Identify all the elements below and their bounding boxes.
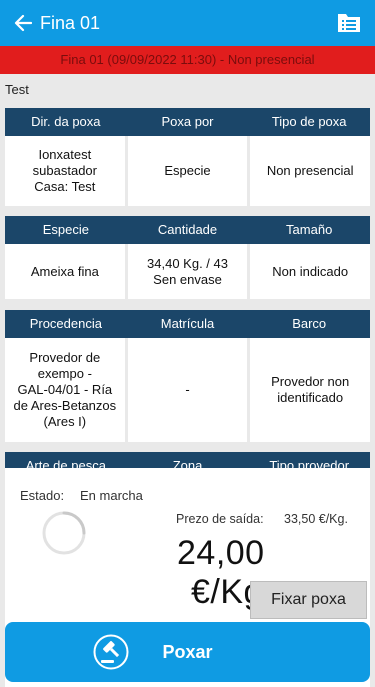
- table-cell: Non presencial: [266, 163, 354, 178]
- lot-subtitle: Test: [5, 82, 29, 97]
- table-row: Ionxatest subastador Casa: Test Especie …: [5, 136, 370, 206]
- current-price-number: 24,00: [177, 534, 265, 572]
- column-header: Especie: [42, 222, 89, 237]
- column-header: Tipo de poxa: [271, 114, 347, 129]
- exit-price-label: Prezo de saída:: [176, 512, 264, 526]
- column-header: Poxa por: [161, 114, 214, 129]
- origin-info-table: Procedencia Matrícula Barco Provedor de …: [5, 310, 370, 442]
- details-scroll[interactable]: Dir. da poxa Poxa por Tipo de poxa Ionxa…: [0, 100, 375, 468]
- fishing-info-table: Arte de pesca Zona Tipo provedor: [5, 452, 370, 468]
- bid-button[interactable]: Poxar: [5, 622, 370, 682]
- column-header: Dir. da poxa: [31, 114, 101, 129]
- table-cell: Especie: [128, 136, 251, 206]
- table-cell: Non indicado: [272, 263, 349, 279]
- column-header: Tipo provedor: [269, 458, 350, 468]
- status-label: Estado:: [20, 488, 65, 503]
- arrow-left-icon: [14, 14, 32, 32]
- table-cell: Ionxatest subastador Casa: Test: [5, 136, 128, 206]
- column-header: Matrícula: [160, 316, 215, 331]
- status-value: En marcha: [80, 488, 143, 503]
- table-header: Dir. da poxa Poxa por Tipo de poxa: [5, 108, 370, 136]
- page-title: Fina 01: [40, 12, 101, 33]
- table-cell: Provedor non identificado: [271, 374, 350, 405]
- status-banner: Fina 01 (09/09/2022 11:30) - Non presenc…: [0, 46, 375, 74]
- table-row: Provedor de exempo - GAL-04/01 - Ría de …: [5, 338, 370, 442]
- exit-price-value: 33,50 €/Kg.: [284, 512, 348, 526]
- column-header: Tamaño: [286, 222, 333, 237]
- folder-list-icon[interactable]: [337, 11, 361, 33]
- gavel-icon: [93, 634, 129, 670]
- fix-bid-button[interactable]: Fixar poxa: [250, 581, 367, 619]
- table-row: Ameixa fina 34,40 Kg. / 43 Sen envase No…: [5, 244, 370, 299]
- table-header: Especie Cantidade Tamaño: [5, 216, 370, 244]
- table-cell: -: [128, 338, 251, 442]
- table-cell: 34,40 Kg. / 43 Sen envase: [128, 244, 251, 299]
- loading-spinner-icon: [42, 511, 86, 555]
- table-cell: Ameixa fina: [5, 244, 128, 299]
- auction-info-table: Dir. da poxa Poxa por Tipo de poxa Ionxa…: [5, 108, 370, 206]
- table-header: Procedencia Matrícula Barco: [5, 310, 370, 338]
- column-header: Zona: [172, 458, 203, 468]
- column-header: Barco: [292, 316, 327, 331]
- column-header: Cantidade: [157, 222, 218, 237]
- column-header: Procedencia: [29, 316, 102, 331]
- app-bar: Fina 01: [0, 0, 375, 46]
- bid-button-label: Poxar: [162, 641, 213, 662]
- product-info-table: Especie Cantidade Tamaño Ameixa fina 34,…: [5, 216, 370, 299]
- column-header: Arte de pesca: [25, 458, 106, 468]
- table-cell: Provedor de exempo - GAL-04/01 - Ría de …: [5, 338, 128, 442]
- table-header: Arte de pesca Zona Tipo provedor: [5, 452, 370, 468]
- back-button[interactable]: [12, 12, 34, 34]
